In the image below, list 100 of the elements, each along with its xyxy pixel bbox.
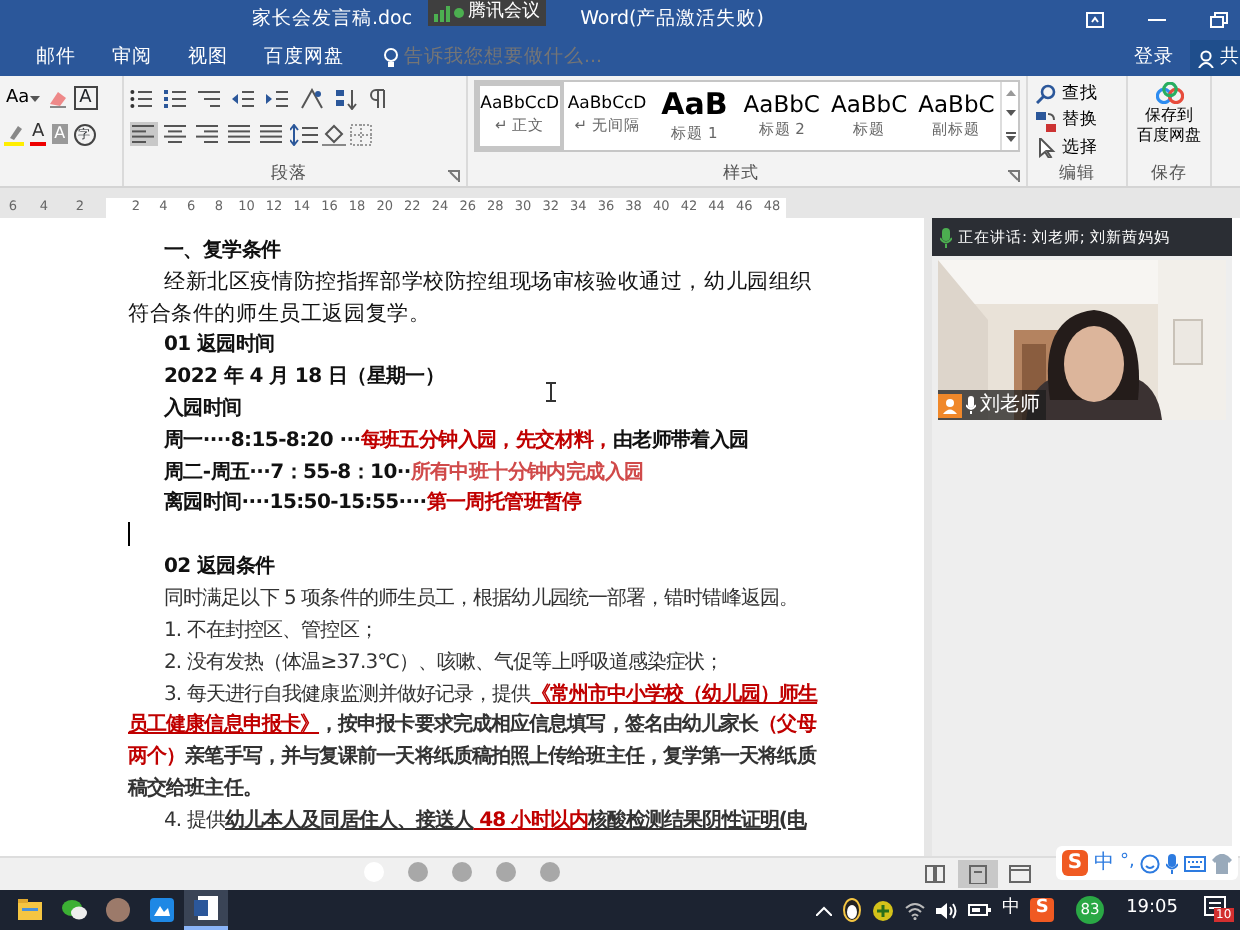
plus-circle-icon[interactable] <box>872 899 895 921</box>
caret-icon <box>29 95 40 101</box>
wifi-icon[interactable] <box>904 901 927 919</box>
chevron-up-icon[interactable] <box>816 905 833 915</box>
paragraph: 周二-周五···7：55-8：10··所有中班十分钟内完成入园 <box>162 458 644 488</box>
ime-language-button[interactable]: 中 <box>1094 848 1114 878</box>
editing-button[interactable]: 选择 <box>1034 134 1120 163</box>
keyboard-icon[interactable] <box>1184 855 1207 871</box>
input-language-indicator[interactable]: 中 <box>1002 896 1021 924</box>
toolbar-dot-icon[interactable] <box>540 862 560 882</box>
paragraph: 离园时间····15:50-15:55····第一周托管班暂停 <box>162 488 582 519</box>
toolbar-dot-icon[interactable] <box>452 862 472 882</box>
multilevel-list-icon[interactable] <box>198 87 222 109</box>
numbered-list-icon[interactable] <box>164 87 188 109</box>
window-title: 家长会发言稿.doc <box>252 5 413 34</box>
replace-icon <box>1036 111 1056 131</box>
editing-button[interactable]: 替换 <box>1034 107 1120 135</box>
align-center-button[interactable] <box>162 122 190 146</box>
editing-button[interactable]: 查找 <box>1034 80 1120 108</box>
group-label: 保存 <box>1151 162 1187 186</box>
line-spacing-icon[interactable] <box>290 123 318 145</box>
paragraph: 3. 每天进行自我健康监测并做好记录，提供《常州市中小学校（幼儿园）师生员工健康信息申报卡》，按申报卡要求完成相应信息填写，签名由幼儿家长（父母两个）亲笔手写，并与复课前一天将纸质稿拍照上传给班主任，复学第一天将纸质稿交给班主任。 <box>128 680 820 804</box>
align-left-button[interactable] <box>130 122 158 146</box>
menu-tab[interactable]: 邮件 <box>36 43 76 73</box>
more-icon[interactable] <box>1005 132 1016 143</box>
menu-tab[interactable]: 视图 <box>188 43 228 73</box>
search-icon <box>1036 83 1056 104</box>
paragraph: 2. 没有发热（体温≥37.3℃）、咳嗽、气促等上呼吸道感染症状； <box>162 649 724 678</box>
shading-icon[interactable] <box>322 123 346 145</box>
paragraph: 4. 提供幼儿本人及同居住人、接送人 48 小时以内核酸检测结果阴性证明(电 <box>162 807 807 836</box>
paragraph: 1. 不在封控区、管控区； <box>162 617 378 646</box>
lightbulb-icon <box>384 48 398 68</box>
battery-icon[interactable] <box>968 902 993 918</box>
paragraph: 一、复学条件 <box>162 237 281 266</box>
dialog-launcher-icon[interactable] <box>448 170 460 182</box>
menu-tab[interactable]: 百度网盘 <box>264 43 344 73</box>
align-right-icon <box>196 124 220 144</box>
text-cursor <box>128 522 130 547</box>
paragraph: 周一····8:15-8:20 ···每班五分钟入园，先交材料，由老师带着入园 <box>162 426 749 456</box>
font-color-button[interactable]: A <box>30 123 47 145</box>
align-justify-button[interactable] <box>226 122 254 146</box>
align-left-icon <box>132 124 156 144</box>
microphone-icon[interactable] <box>1166 853 1179 873</box>
cursor-icon <box>1036 138 1056 159</box>
toolbar-dot-icon[interactable] <box>408 862 428 882</box>
ime-punctuation-button[interactable]: °, <box>1120 849 1135 877</box>
increase-indent-icon[interactable] <box>266 87 290 109</box>
ribbon-display-icon[interactable] <box>1086 12 1104 28</box>
folder-icon <box>14 894 46 926</box>
taskbar-app-button[interactable] <box>184 890 228 930</box>
scroll-up-icon[interactable] <box>1005 89 1016 96</box>
char-border-button[interactable]: A <box>73 86 98 110</box>
bullet-list-icon[interactable] <box>130 87 154 109</box>
paragraph: 入园时间 <box>162 395 242 424</box>
show-marks-icon[interactable] <box>368 87 388 109</box>
print-view-icon <box>966 864 990 884</box>
status-dot-icon <box>454 8 464 18</box>
dialog-launcher-icon[interactable] <box>1008 170 1020 182</box>
person-icon <box>1198 49 1216 67</box>
cloud-icon <box>1155 82 1183 104</box>
menu-tab[interactable]: 审阅 <box>112 43 152 73</box>
tell-me-field[interactable]: 告诉我您想要做什么... <box>404 43 624 73</box>
user-icon <box>938 393 962 417</box>
align-center-icon <box>164 124 188 144</box>
paragraph: 01 返园时间 <box>162 331 275 361</box>
align-distributed-icon <box>260 124 284 144</box>
window-title: Word(产品激活失败) <box>580 5 764 34</box>
group-label: 编辑 <box>1057 162 1097 187</box>
decrease-indent-icon[interactable] <box>232 87 256 109</box>
share-button[interactable]: 共 <box>1190 40 1240 76</box>
avatar-icon <box>102 894 134 926</box>
highlighter-icon[interactable] <box>4 123 24 145</box>
web-view-icon <box>1008 864 1032 884</box>
sign-in-link[interactable]: 登录 <box>1134 43 1174 73</box>
i-beam-cursor-icon <box>546 382 556 402</box>
align-right-button[interactable] <box>194 122 222 146</box>
group-label: 样式 <box>723 162 759 186</box>
paragraph: 2022 年 4 月 18 日（星期一） <box>162 363 445 393</box>
scroll-down-icon[interactable] <box>1005 110 1016 117</box>
smiley-icon[interactable] <box>1140 853 1161 873</box>
document-icon <box>190 892 222 924</box>
paragraph: 02 返园条件 <box>162 553 275 583</box>
participant-name: 刘老师 <box>980 391 1040 420</box>
paragraph: 同时满足以下 5 项条件的师生员工，根据幼儿园统一部署，错时错峰返园。 <box>162 585 798 615</box>
sort-icon[interactable] <box>334 87 358 109</box>
restore-icon[interactable] <box>1210 12 1228 28</box>
font-size-button[interactable]: Aa <box>4 87 42 109</box>
asian-layout-icon[interactable] <box>300 87 324 109</box>
clear-format-icon[interactable] <box>47 88 68 108</box>
meeting-label: 腾讯会议 <box>468 0 540 26</box>
clock-time[interactable]: 19:05 <box>1126 896 1178 924</box>
save-to-cloud-button[interactable]: 保存到 百度网盘 <box>1135 80 1203 148</box>
group-label: 段落 <box>271 162 307 186</box>
align-justify-icon <box>228 124 252 144</box>
volume-icon[interactable] <box>936 901 959 919</box>
signal-icon <box>434 5 450 21</box>
view-print-button[interactable] <box>958 860 998 888</box>
microphone-icon <box>966 396 976 414</box>
toolbar-dot-icon[interactable] <box>496 862 516 882</box>
align-distributed-button[interactable] <box>258 122 286 146</box>
